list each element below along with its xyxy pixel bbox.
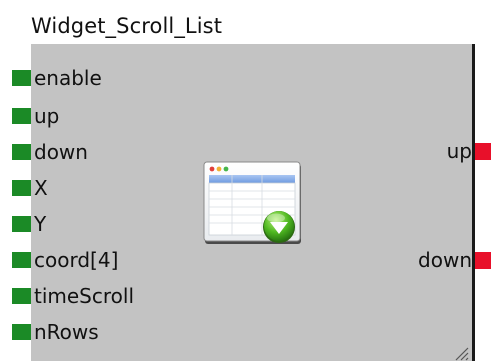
output-port-down[interactable]: down — [418, 248, 491, 272]
input-port-label: Y — [34, 212, 47, 236]
output-pin[interactable] — [475, 142, 491, 160]
input-port-timescroll[interactable]: timeScroll — [12, 284, 134, 308]
input-port-y[interactable]: Y — [12, 212, 46, 236]
input-pin[interactable] — [12, 108, 31, 124]
input-port-label: up — [34, 104, 60, 128]
input-pin[interactable] — [12, 70, 31, 86]
output-pin[interactable] — [475, 251, 491, 269]
input-port-nrows[interactable]: nRows — [12, 320, 99, 344]
input-port-label: nRows — [34, 320, 99, 344]
input-port-down[interactable]: down — [12, 140, 88, 164]
input-pin[interactable] — [12, 144, 31, 160]
input-pin[interactable] — [12, 180, 31, 196]
input-port-label: coord[4] — [34, 248, 119, 272]
output-port-up[interactable]: up — [447, 139, 491, 163]
input-pin[interactable] — [12, 216, 31, 232]
input-port-label: down — [34, 140, 88, 164]
input-pin[interactable] — [12, 288, 31, 304]
canvas: Widget_Scroll_List enable up down X Y co… — [0, 0, 491, 361]
input-pin[interactable] — [12, 324, 31, 340]
block-title: Widget_Scroll_List — [31, 14, 223, 38]
input-port-x[interactable]: X — [12, 176, 48, 200]
input-port-enable[interactable]: enable — [12, 66, 102, 90]
resize-grip-icon[interactable] — [451, 343, 469, 361]
output-port-label: up — [446, 139, 472, 163]
input-port-label: enable — [34, 66, 102, 90]
scroll-list-widget-icon — [203, 161, 301, 244]
input-port-coord[interactable]: coord[4] — [12, 248, 118, 272]
input-port-label: timeScroll — [34, 284, 135, 308]
output-port-label: down — [418, 248, 472, 272]
input-pin[interactable] — [12, 252, 31, 268]
input-port-label: X — [34, 176, 48, 200]
input-port-up[interactable]: up — [12, 104, 59, 128]
